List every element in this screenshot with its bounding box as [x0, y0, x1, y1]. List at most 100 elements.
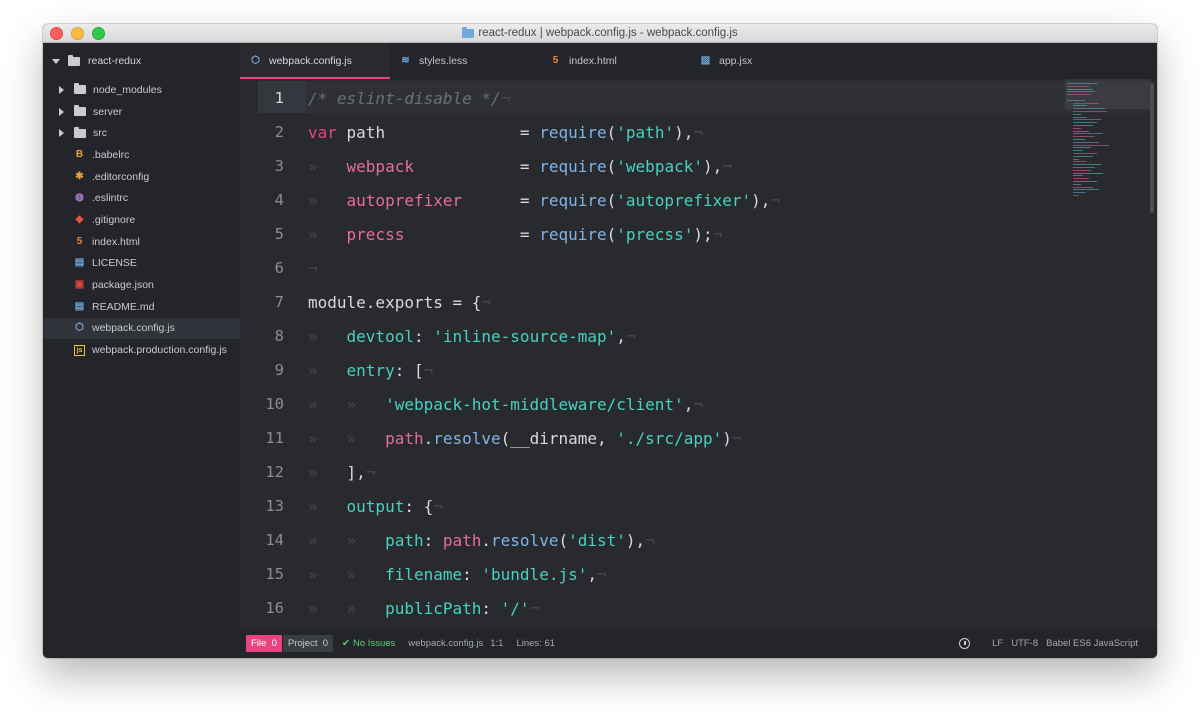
code-token: '/': [500, 598, 530, 618]
html5-icon: 5: [552, 55, 559, 66]
code-token: ¬: [529, 598, 540, 618]
cursor-position[interactable]: 1:1: [490, 638, 503, 649]
encoding[interactable]: UTF-8: [1011, 638, 1038, 649]
tree-item[interactable]: ⬡ webpack.config.js: [43, 317, 240, 340]
tree-item-label: LICENSE: [92, 257, 137, 270]
code-line[interactable]: 7 module.exports = {¬: [240, 285, 491, 319]
line-number: 14: [265, 531, 284, 549]
code-token: webpack: [346, 156, 414, 176]
line-ending[interactable]: LF: [992, 638, 1003, 649]
tree-item[interactable]: B .babelrc: [43, 144, 240, 166]
code-lines: 1/* eslint-disable */¬ 2 var path = requir…: [240, 81, 780, 625]
code-line[interactable]: 13 » output: {¬: [240, 489, 443, 523]
linter-project-tab[interactable]: Project 0: [282, 635, 334, 652]
tree-item[interactable]: ▤ README.md: [43, 296, 240, 318]
code-token: ,: [683, 394, 694, 414]
minimap-line: [1073, 108, 1105, 110]
code-text: » » path: path.resolve('dist'),¬: [308, 531, 655, 550]
code-token: autoprefixer: [346, 190, 463, 210]
code-line[interactable]: 3 » webpack = require('webpack'),¬: [240, 149, 732, 183]
code-line[interactable]: 11 » » path.resolve(__dirname, './src/app…: [240, 421, 741, 455]
tree-item[interactable]: ▣ package.json: [43, 274, 240, 296]
code-line[interactable]: 16 » » publicPath: '/'¬: [240, 591, 539, 625]
tree-item[interactable]: src: [43, 122, 240, 144]
linter-file-tab[interactable]: File 0: [246, 635, 282, 652]
code-line[interactable]: 4 » autoprefixer = require('autoprefixer'…: [240, 183, 780, 217]
close-button[interactable]: [50, 27, 63, 40]
line-number: 11: [265, 429, 284, 447]
code-token: (__dirname,: [500, 428, 617, 448]
tree-item[interactable]: ✱ .editorconfig: [43, 166, 240, 188]
code-token: :: [413, 326, 434, 346]
title-bar: react-redux | webpack.config.js - webpac…: [43, 24, 1157, 43]
minimap-line: [1073, 153, 1097, 154]
code-token: »: [308, 224, 347, 244]
minimap-line: [1073, 127, 1081, 129]
minimap[interactable]: [1065, 79, 1151, 209]
minimap-line: [1073, 139, 1085, 140]
code-token: : [: [394, 360, 424, 380]
status-bar: File 0 Project 0 ✔ No Issues webpack.conf…: [43, 629, 1157, 658]
code-token: » »: [308, 564, 386, 584]
code-text: » autoprefixer = require('autoprefixer')…: [308, 191, 780, 210]
code-token: 'autoprefixer': [616, 190, 752, 210]
code-token: ¬: [481, 292, 492, 312]
code-text: module.exports = {¬: [308, 293, 491, 312]
code-line[interactable]: 14 » » path: path.resolve('dist'),¬: [240, 523, 654, 557]
line-number: 4: [274, 191, 284, 209]
status-filename[interactable]: webpack.config.js: [408, 638, 483, 649]
code-line[interactable]: 2 var path = require('path'),¬: [240, 115, 703, 149]
babel-icon: B: [75, 148, 84, 160]
minimap-line: [1073, 172, 1103, 174]
code-line[interactable]: 6 ¬: [240, 251, 318, 285]
tab-app-jsx[interactable]: ▨ app.jsx: [690, 43, 840, 79]
tab-index-html[interactable]: 5 index.html: [540, 43, 690, 79]
code-token: » »: [308, 530, 386, 550]
line-number: 7: [274, 293, 284, 311]
linter-status[interactable]: ✔ No Issues: [342, 638, 395, 649]
grammar-selector[interactable]: Babel ES6 JavaScript: [1046, 638, 1138, 649]
code-line[interactable]: 8 » devtool: 'inline-source-map',¬: [240, 319, 636, 353]
code-token: »: [308, 496, 347, 516]
tree-item[interactable]: node_modules: [43, 79, 240, 101]
tree-item[interactable]: ◍ .eslintrc: [43, 187, 240, 209]
code-line[interactable]: 9 » entry: [¬: [240, 353, 434, 387]
tree-item[interactable]: js webpack.production.config.js: [43, 339, 240, 361]
tree-item[interactable]: ◆ .gitignore: [43, 209, 240, 231]
minimap-line: [1073, 147, 1091, 149]
code-token: .: [423, 428, 434, 448]
clock-icon[interactable]: [959, 638, 971, 649]
minimap-line: [1073, 181, 1097, 182]
minimap-line: [1073, 125, 1093, 126]
folder-icon: [74, 105, 86, 117]
tab-label: styles.less: [419, 55, 468, 67]
tree-item-label: README.md: [92, 300, 155, 313]
code-editor[interactable]: 1/* eslint-disable */¬ 2 var path = requir…: [240, 79, 1157, 639]
code-token: ],: [346, 462, 366, 482]
code-token: publicPath: [385, 598, 482, 618]
vertical-scrollbar[interactable]: [1150, 83, 1154, 213]
tab-webpack-config-js[interactable]: ⬡ webpack.config.js: [240, 43, 390, 79]
code-token: » »: [308, 394, 386, 414]
code-token: ,: [587, 564, 597, 584]
maximize-button[interactable]: [92, 27, 105, 40]
code-line[interactable]: 15 » » filename: 'bundle.js',¬: [240, 557, 606, 591]
code-token: require: [539, 156, 607, 176]
code-line[interactable]: 10 » » 'webpack-hot-middleware/client',¬: [240, 387, 703, 421]
tree-item-label: index.html: [92, 235, 140, 248]
tree-item[interactable]: 5 index.html: [43, 231, 240, 253]
tab-styles-less[interactable]: ≋ styles.less: [390, 43, 540, 79]
tree-item[interactable]: ▤ LICENSE: [43, 253, 240, 275]
code-token: 'precss': [616, 224, 694, 244]
tree-item-label: src: [93, 127, 107, 140]
tree-item[interactable]: server: [43, 101, 240, 123]
line-number: 16: [265, 599, 284, 617]
code-line[interactable]: 1 /* eslint-disable */¬: [240, 81, 511, 115]
code-token: 'bundle.js': [481, 564, 588, 584]
minimize-button[interactable]: [71, 27, 84, 40]
code-line[interactable]: 12 » ],¬: [240, 455, 375, 489]
tree-root[interactable]: react-redux: [43, 43, 240, 79]
code-line[interactable]: 5 » precss = require('precss');¬: [240, 217, 723, 251]
code-token: =: [413, 156, 540, 176]
window-controls: [50, 27, 105, 40]
